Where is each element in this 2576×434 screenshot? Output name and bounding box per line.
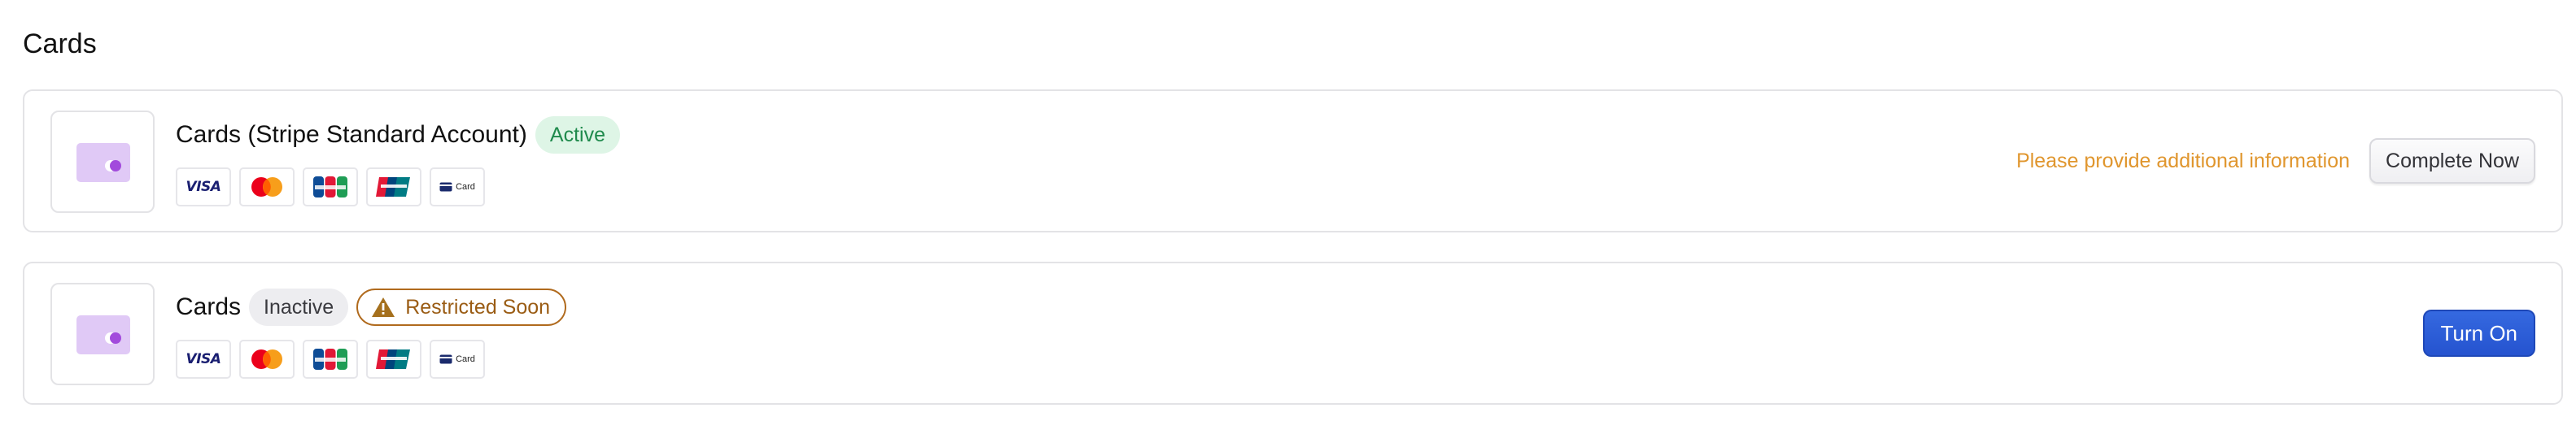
section-title: Cards	[23, 28, 97, 59]
generic-card-icon: Card	[430, 167, 485, 206]
method-title: Cards (Stripe Standard Account)	[176, 121, 527, 148]
warning-icon	[372, 297, 395, 317]
card-method-icon	[50, 111, 155, 213]
method-title: Cards	[176, 293, 242, 320]
payment-method-row-stripe-standard: Cards (Stripe Standard Account) Active V…	[23, 89, 2563, 232]
generic-card-label: Card	[456, 182, 475, 192]
card-brand-logos: VISA Card	[176, 167, 485, 206]
card-method-icon	[50, 283, 155, 385]
generic-card-label: Card	[456, 354, 475, 364]
restricted-soon-label: Restricted Soon	[405, 296, 551, 319]
visa-icon: VISA	[176, 340, 231, 379]
mastercard-icon	[239, 167, 295, 206]
card-brand-logos: VISA Card	[176, 340, 485, 379]
jcb-icon	[303, 340, 358, 379]
visa-icon: VISA	[176, 167, 231, 206]
turn-on-button[interactable]: Turn On	[2422, 310, 2535, 357]
additional-info-notice: Please provide additional information	[2016, 149, 2351, 172]
mastercard-icon	[239, 340, 295, 379]
complete-now-button[interactable]: Complete Now	[2369, 138, 2535, 184]
jcb-icon	[303, 167, 358, 206]
generic-card-icon: Card	[430, 340, 485, 379]
payment-method-row-cards: Cards Inactive Restricted Soon VISA Card…	[23, 262, 2563, 405]
status-badge: Active	[535, 116, 620, 154]
restricted-soon-badge: Restricted Soon	[356, 289, 567, 326]
status-badge: Inactive	[249, 289, 349, 326]
unionpay-icon	[366, 167, 421, 206]
unionpay-icon	[366, 340, 421, 379]
